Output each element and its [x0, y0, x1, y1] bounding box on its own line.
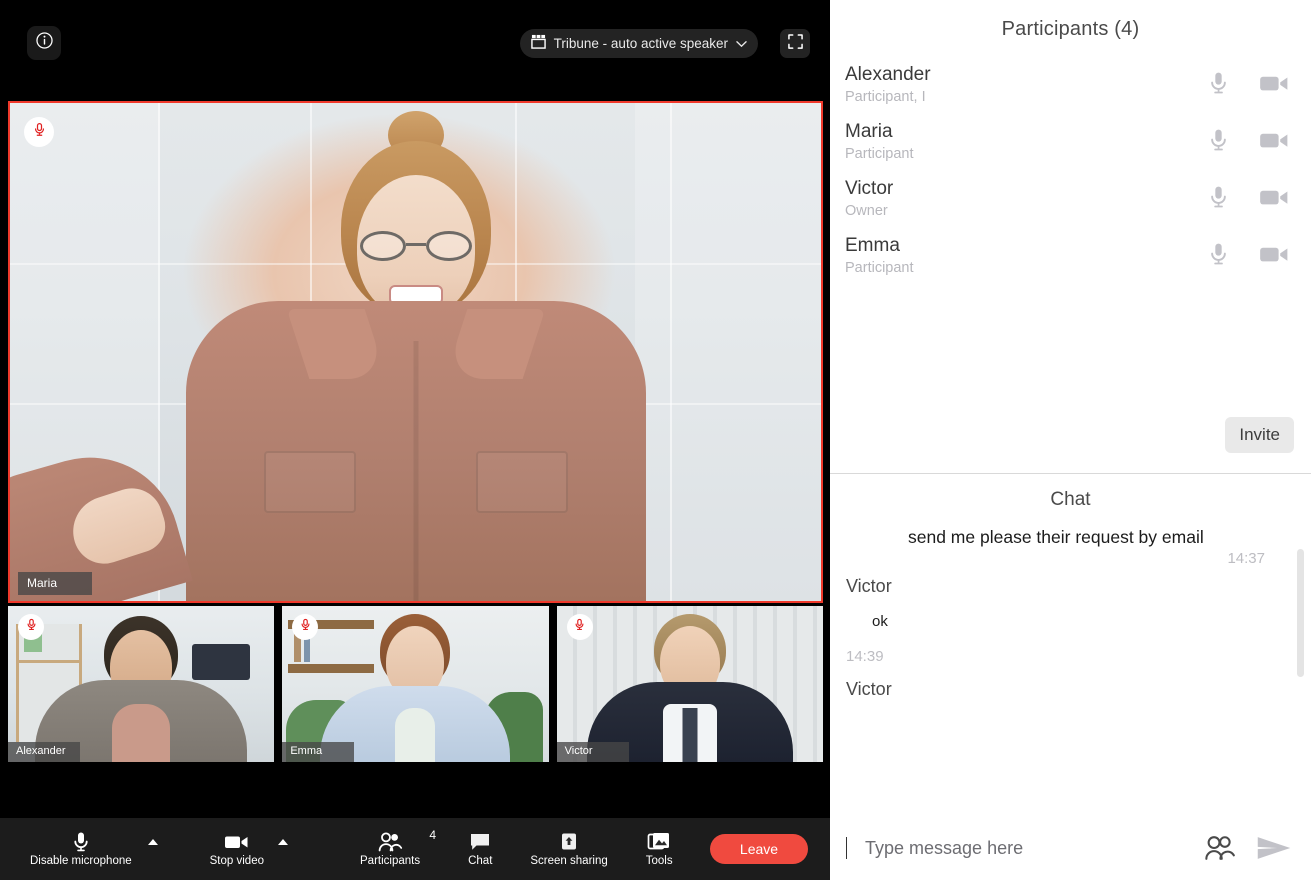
chat-message: send me please their request by email 14… — [846, 525, 1277, 567]
participant-name: Emma — [845, 236, 1208, 257]
participant-row[interactable]: Alexander Participant, I — [830, 57, 1311, 114]
chat-message: Victor ok 14:39 — [846, 576, 1277, 665]
chat-message-body: send me please their request by email — [908, 525, 1277, 550]
fullscreen-button[interactable] — [780, 29, 810, 58]
chat-bubble-icon — [469, 831, 491, 853]
video-stage: Tribune - auto active speaker — [0, 0, 830, 880]
thumbnail-tile[interactable]: Emma — [282, 606, 548, 762]
side-panel: Participants (4) Alexander Participant, … — [830, 0, 1311, 880]
toggle-video-label: Stop video — [210, 856, 264, 868]
camera-icon[interactable] — [1259, 187, 1289, 213]
tribune-grid-icon — [531, 34, 546, 54]
message-input[interactable] — [865, 838, 1185, 859]
toggle-video-button[interactable]: Stop video — [206, 831, 268, 868]
microphone-icon[interactable] — [1208, 128, 1229, 158]
participant-row[interactable]: Maria Participant — [830, 114, 1311, 171]
tools-button[interactable]: Tools — [642, 831, 677, 868]
participants-panel: Participants (4) Alexander Participant, … — [830, 0, 1311, 473]
participant-name: Victor — [845, 179, 1208, 200]
chat-label: Chat — [468, 856, 492, 868]
participant-row[interactable]: Emma Participant — [830, 228, 1311, 285]
microphone-icon[interactable] — [1208, 185, 1229, 215]
thumbnail-name-tag: Emma — [282, 742, 354, 762]
control-bar: Disable microphone Stop video — [0, 818, 830, 880]
thumbnail-video — [8, 606, 274, 762]
invite-button[interactable]: Invite — [1225, 417, 1294, 453]
camera-icon[interactable] — [1259, 244, 1289, 270]
thumbnail-video — [282, 606, 548, 762]
chat-message-time: 14:39 — [846, 648, 1277, 665]
participants-count-badge: 4 — [429, 829, 436, 841]
thumbnail-name-tag: Alexander — [8, 742, 80, 762]
participant-role: Participant — [845, 145, 1208, 163]
participant-role: Owner — [845, 202, 1208, 220]
chat-panel-title: Chat — [830, 474, 1311, 511]
active-speaker-tile[interactable]: Maria — [8, 101, 823, 603]
microphone-icon — [72, 831, 90, 853]
chat-message-author: Victor — [846, 679, 1277, 700]
screen-share-icon — [558, 831, 580, 853]
tools-image-icon — [647, 831, 671, 853]
toggle-microphone-label: Disable microphone — [30, 856, 132, 868]
people-icon — [377, 831, 403, 853]
chat-button[interactable]: Chat — [464, 831, 496, 868]
screen-sharing-button[interactable]: Screen sharing — [526, 831, 611, 868]
active-speaker-mic-badge — [24, 117, 54, 147]
participant-role: Participant — [845, 259, 1208, 277]
tools-label: Tools — [646, 856, 673, 868]
thumbnail-video — [557, 606, 823, 762]
layout-selector[interactable]: Tribune - auto active speaker — [520, 29, 758, 58]
microphone-muted-icon — [573, 618, 586, 636]
participants-list: Alexander Participant, I — [830, 57, 1311, 285]
participant-role: Participant, I — [845, 88, 1208, 106]
microphone-icon[interactable] — [1208, 242, 1229, 272]
camera-icon[interactable] — [1259, 130, 1289, 156]
thumbnail-mic-badge — [18, 614, 44, 640]
chat-scrollbar-thumb[interactable] — [1297, 549, 1304, 677]
people-icon[interactable] — [1203, 835, 1237, 861]
leave-button[interactable]: Leave — [710, 834, 808, 864]
thumbnail-mic-badge — [567, 614, 593, 640]
send-icon[interactable] — [1255, 835, 1293, 861]
participant-row[interactable]: Victor Owner — [830, 171, 1311, 228]
microphone-icon[interactable] — [1208, 71, 1229, 101]
info-button[interactable] — [27, 26, 61, 60]
microphone-muted-icon — [25, 618, 38, 636]
microphone-muted-icon — [32, 122, 47, 142]
chevron-up-icon[interactable] — [148, 839, 158, 845]
fullscreen-icon — [788, 34, 803, 54]
chat-panel: Chat send me please their request by ema… — [830, 474, 1311, 880]
active-speaker-name-tag: Maria — [18, 572, 92, 595]
chevron-down-icon — [736, 35, 747, 53]
participants-panel-title: Participants (4) — [830, 0, 1311, 41]
chat-message-time: 14:37 — [846, 550, 1277, 567]
screen-sharing-label: Screen sharing — [530, 856, 607, 868]
thumbnail-name-tag: Victor — [557, 742, 629, 762]
thumbnail-tile[interactable]: Alexander — [8, 606, 274, 762]
microphone-muted-icon — [299, 618, 312, 636]
chat-input-row — [830, 816, 1311, 880]
active-speaker-video — [10, 103, 821, 601]
camera-icon[interactable] — [1259, 73, 1289, 99]
info-icon — [35, 31, 54, 55]
participant-name: Alexander — [845, 65, 1208, 86]
toggle-microphone-button[interactable]: Disable microphone — [26, 831, 136, 868]
participants-button[interactable]: Participants 4 — [356, 831, 424, 868]
video-conference-app: Tribune - auto active speaker — [0, 0, 1311, 880]
participant-name: Maria — [845, 122, 1208, 143]
chevron-up-icon[interactable] — [278, 839, 288, 845]
chat-message-list[interactable]: send me please their request by email 14… — [830, 511, 1311, 700]
thumbnail-tile[interactable]: Victor — [557, 606, 823, 762]
thumbnail-strip: Alexander — [8, 606, 823, 762]
chat-message-author: Victor — [846, 576, 1277, 597]
stage-top-bar: Tribune - auto active speaker — [0, 0, 830, 86]
camera-icon — [224, 831, 250, 853]
chat-message-body: ok — [872, 611, 1277, 632]
participants-label: Participants — [360, 856, 420, 868]
chat-message: Victor — [846, 679, 1277, 700]
text-caret — [846, 837, 847, 859]
layout-selector-label: Tribune - auto active speaker — [554, 36, 728, 51]
